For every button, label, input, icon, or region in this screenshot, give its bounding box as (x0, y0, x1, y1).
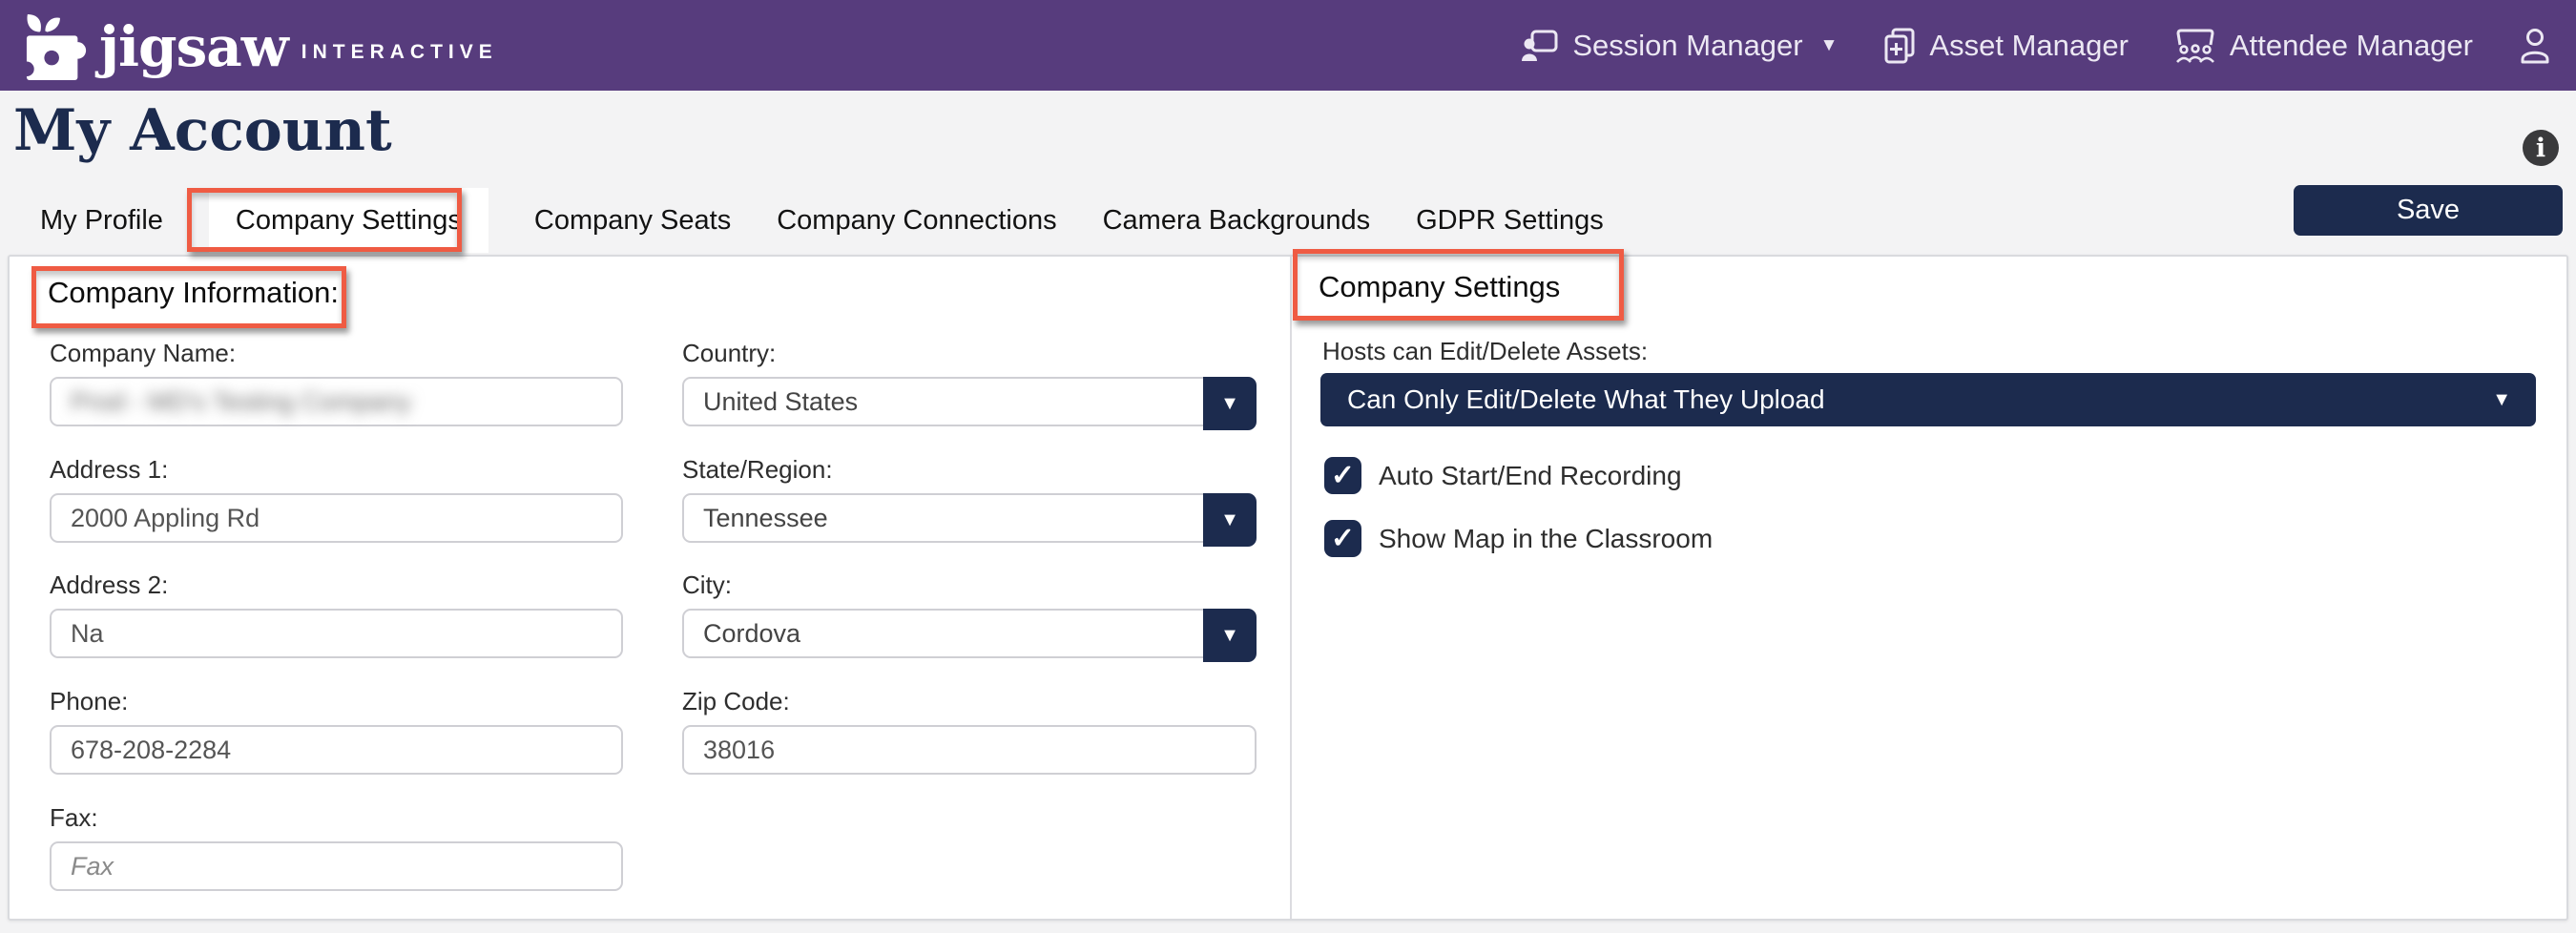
user-icon (2519, 28, 2551, 64)
fax-input[interactable] (50, 841, 623, 891)
vertical-divider (1290, 257, 1292, 919)
asset-manager-icon (1883, 28, 1916, 64)
state-field: State/Region: Tennessee ▼ (682, 455, 1257, 543)
check-icon: ✓ (1331, 522, 1355, 555)
hosts-assets-label: Hosts can Edit/Delete Assets: (1322, 337, 1648, 366)
chevron-down-icon: ▼ (1220, 625, 1239, 647)
session-manager-icon (1521, 29, 1559, 63)
tab-camera-backgrounds[interactable]: Camera Backgrounds (1103, 205, 1370, 237)
state-label: State/Region: (682, 455, 1257, 485)
tab-company-settings[interactable]: Company Settings (209, 188, 488, 253)
zip-label: Zip Code: (682, 687, 1257, 716)
country-field: Country: United States ▼ (682, 339, 1257, 426)
nav-session-manager[interactable]: Session Manager ▼ (1521, 29, 1838, 63)
country-label: Country: (682, 339, 1257, 368)
company-name-field: Company Name: Prod - MD's Testing Compan… (50, 339, 623, 426)
chevron-down-icon: ▼ (1220, 393, 1239, 415)
phone-field: Phone: (50, 687, 623, 775)
chevron-down-icon: ▼ (1220, 509, 1239, 531)
jigsaw-logo[interactable]: jigsaw INTERACTIVE (25, 10, 498, 82)
nav-label: Asset Manager (1929, 29, 2129, 63)
company-information-heading: Company Information: (48, 276, 339, 310)
company-settings-heading: Company Settings (1319, 270, 1560, 304)
auto-recording-label: Auto Start/End Recording (1379, 461, 1682, 491)
tab-company-seats[interactable]: Company Seats (534, 205, 731, 237)
tab-gdpr-settings[interactable]: GDPR Settings (1416, 205, 1604, 237)
phone-input[interactable] (50, 725, 623, 775)
address2-label: Address 2: (50, 570, 623, 600)
country-dropdown-button[interactable]: ▼ (1203, 377, 1257, 430)
city-value: Cordova (684, 611, 1255, 656)
logo-wordmark: jigsaw (99, 19, 288, 74)
country-select[interactable]: United States ▼ (682, 377, 1257, 426)
logo-subtext: INTERACTIVE (301, 41, 498, 64)
attendee-manager-icon (2174, 28, 2216, 64)
nav-attendee-manager[interactable]: Attendee Manager (2174, 28, 2473, 64)
state-select[interactable]: Tennessee ▼ (682, 493, 1257, 543)
phone-label: Phone: (50, 687, 623, 716)
page-title: My Account (13, 99, 392, 162)
address1-input[interactable] (50, 493, 623, 543)
address2-field: Address 2: (50, 570, 623, 658)
info-icon[interactable]: i (2523, 130, 2559, 166)
check-icon: ✓ (1331, 459, 1355, 492)
country-value: United States (684, 379, 1255, 425)
auto-recording-checkbox[interactable]: ✓ (1324, 457, 1361, 494)
hosts-assets-select[interactable]: Can Only Edit/Delete What They Upload ▼ (1320, 373, 2536, 426)
company-name-input[interactable]: Prod - MD's Testing Company (50, 377, 623, 426)
chevron-down-icon: ▼ (1820, 36, 1839, 54)
show-map-label: Show Map in the Classroom (1379, 524, 1713, 554)
tab-company-connections[interactable]: Company Connections (777, 205, 1056, 237)
chevron-down-icon: ▼ (2492, 373, 2511, 426)
zip-input[interactable] (682, 725, 1257, 775)
save-button[interactable]: Save (2294, 185, 2563, 236)
state-value: Tennessee (684, 495, 1255, 541)
company-name-redacted-value: Prod - MD's Testing Company (71, 387, 411, 417)
city-select[interactable]: Cordova ▼ (682, 609, 1257, 658)
city-field: City: Cordova ▼ (682, 570, 1257, 658)
nav-user-menu[interactable] (2519, 28, 2551, 64)
tab-my-profile[interactable]: My Profile (40, 205, 163, 237)
show-map-row: ✓ Show Map in the Classroom (1324, 520, 1713, 557)
address2-input[interactable] (50, 609, 623, 658)
company-name-label: Company Name: (50, 339, 623, 368)
content-panel: Company Information: Company Name: Prod … (8, 255, 2568, 921)
nav-asset-manager[interactable]: Asset Manager (1883, 28, 2129, 64)
address1-label: Address 1: (50, 455, 623, 485)
city-dropdown-button[interactable]: ▼ (1203, 609, 1257, 662)
hosts-assets-value: Can Only Edit/Delete What They Upload (1320, 373, 2536, 426)
nav-label: Session Manager (1572, 29, 1802, 63)
zip-field: Zip Code: (682, 687, 1257, 775)
tab-bar: My Profile Company Settings Company Seat… (40, 188, 1604, 253)
fax-field: Fax: (50, 803, 623, 891)
city-label: City: (682, 570, 1257, 600)
app-header: jigsaw INTERACTIVE Session Manager ▼ Ass… (0, 0, 2576, 91)
show-map-checkbox[interactable]: ✓ (1324, 520, 1361, 557)
auto-recording-row: ✓ Auto Start/End Recording (1324, 457, 1682, 494)
fax-label: Fax: (50, 803, 623, 833)
nav-label: Attendee Manager (2230, 29, 2473, 63)
state-dropdown-button[interactable]: ▼ (1203, 493, 1257, 547)
puzzle-piece-icon (25, 11, 90, 82)
address1-field: Address 1: (50, 455, 623, 543)
top-nav: Session Manager ▼ Asset Manager Att (1521, 28, 2551, 64)
